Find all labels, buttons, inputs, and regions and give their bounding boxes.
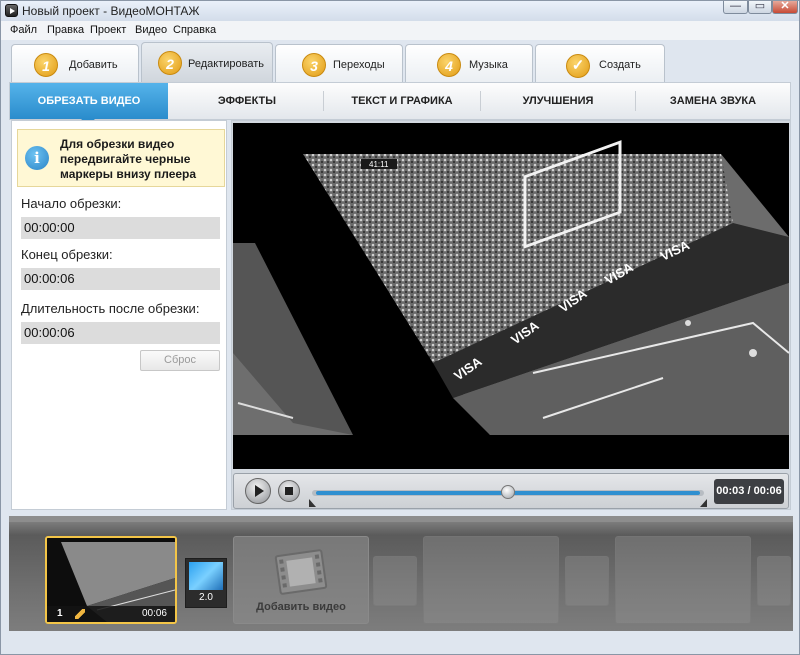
- step-create[interactable]: ✓ Создать: [535, 44, 665, 84]
- timeline-slot: [757, 556, 791, 606]
- step-label: Создать: [599, 59, 641, 71]
- step-add[interactable]: 1 Добавить: [11, 44, 139, 84]
- bottom-strip: [1, 631, 799, 654]
- trim-end-field[interactable]: 00:00:06: [21, 268, 220, 290]
- step-number-badge: 1: [34, 53, 58, 77]
- menu-file[interactable]: Файл: [10, 24, 37, 36]
- tab-trim-video[interactable]: Обрезать видео: [10, 83, 168, 125]
- app-window: Новый проект - ВидеоМОНТАЖ — ▭ ✕ Файл Пр…: [0, 0, 800, 655]
- timeline-slot: [373, 556, 417, 606]
- step-number-badge: 2: [158, 51, 182, 75]
- step-number-badge: 4: [437, 53, 461, 77]
- info-text: Для обрезки видео передвигайте черные ма…: [60, 137, 197, 181]
- window-title: Новый проект - ВидеоМОНТАЖ: [22, 4, 200, 18]
- clip-number: 1: [57, 608, 63, 619]
- edit-subtabs: Обрезать видео Эффекты Текст и графика У…: [9, 82, 791, 125]
- trim-panel: i Для обрезки видео передвигайте черные …: [11, 120, 227, 510]
- step-tabs: 1 Добавить 2 Редактировать 3 Переходы 4 …: [1, 40, 799, 84]
- timeline-slot: [615, 536, 751, 624]
- add-video-label: Добавить видео: [256, 601, 346, 613]
- video-preview[interactable]: VISA VISA VISA VISA VISA 41:11: [233, 123, 789, 469]
- transition-thumbnail: [189, 562, 223, 590]
- trim-start-label: Начало обрезки:: [21, 196, 122, 211]
- timeline-slot: [565, 556, 609, 606]
- tab-audio-replace[interactable]: Замена звука: [636, 83, 790, 119]
- scoreboard-text: 41:11: [369, 160, 389, 169]
- duration-field: 00:00:06: [21, 322, 220, 344]
- step-music[interactable]: 4 Музыка: [405, 44, 533, 84]
- info-box: i Для обрезки видео передвигайте черные …: [17, 129, 225, 187]
- tab-text-graphics[interactable]: Текст и графика: [324, 83, 480, 119]
- video-frame-image: VISA VISA VISA VISA VISA 41:11: [233, 123, 789, 469]
- transition-duration: 2.0: [199, 592, 213, 603]
- timeline-slot: [423, 536, 559, 624]
- stop-button[interactable]: [278, 480, 300, 502]
- player-controls: 00:03 / 00:06: [233, 473, 789, 509]
- trim-end-label: Конец обрезки:: [21, 247, 113, 262]
- player-area: VISA VISA VISA VISA VISA 41:11 00:03 / 0…: [231, 120, 791, 510]
- close-button[interactable]: ✕: [772, 1, 798, 14]
- reset-button[interactable]: Сброс: [140, 350, 220, 371]
- maximize-button[interactable]: ▭: [748, 1, 772, 14]
- trim-end-marker[interactable]: [700, 499, 707, 507]
- trim-start-field[interactable]: 00:00:00: [21, 217, 220, 239]
- timeline-clip[interactable]: 1 00:06: [45, 536, 177, 624]
- timecode-display: 00:03 / 00:06: [714, 479, 784, 504]
- play-button[interactable]: [245, 478, 271, 504]
- step-number-badge: 3: [302, 53, 326, 77]
- menu-project[interactable]: Проект: [90, 24, 126, 36]
- step-label: Музыка: [469, 59, 508, 71]
- duration-label: Длительность после обрезки:: [21, 301, 200, 316]
- title-bar: Новый проект - ВидеоМОНТАЖ — ▭ ✕: [1, 1, 799, 21]
- trim-start-marker[interactable]: [309, 499, 316, 507]
- menu-edit[interactable]: Правка: [47, 24, 84, 36]
- film-icon: [274, 549, 328, 595]
- timeline: 1 00:06 2.0 Добавить видео: [9, 516, 793, 631]
- clip-duration: 00:06: [141, 608, 167, 619]
- step-label: Переходы: [333, 59, 385, 71]
- step-label: Редактировать: [188, 58, 264, 70]
- step-transitions[interactable]: 3 Переходы: [275, 44, 403, 84]
- clip-info-bar: 1 00:06: [47, 606, 175, 622]
- info-icon: i: [25, 146, 49, 170]
- add-video-button[interactable]: Добавить видео: [233, 536, 369, 624]
- menu-help[interactable]: Справка: [173, 24, 216, 36]
- step-edit[interactable]: 2 Редактировать: [141, 42, 273, 84]
- app-icon: [5, 4, 18, 17]
- step-label: Добавить: [69, 59, 118, 71]
- tab-effects[interactable]: Эффекты: [170, 83, 324, 119]
- menu-bar: Файл Правка Проект Видео Справка: [1, 21, 799, 40]
- playhead-knob[interactable]: [501, 485, 515, 499]
- checkmark-icon: ✓: [566, 54, 590, 78]
- minimize-button[interactable]: —: [723, 1, 748, 14]
- transition-tile[interactable]: 2.0: [185, 558, 227, 608]
- pencil-icon[interactable]: [75, 609, 85, 619]
- tab-enhancements[interactable]: Улучшения: [481, 83, 635, 119]
- menu-video[interactable]: Видео: [135, 24, 167, 36]
